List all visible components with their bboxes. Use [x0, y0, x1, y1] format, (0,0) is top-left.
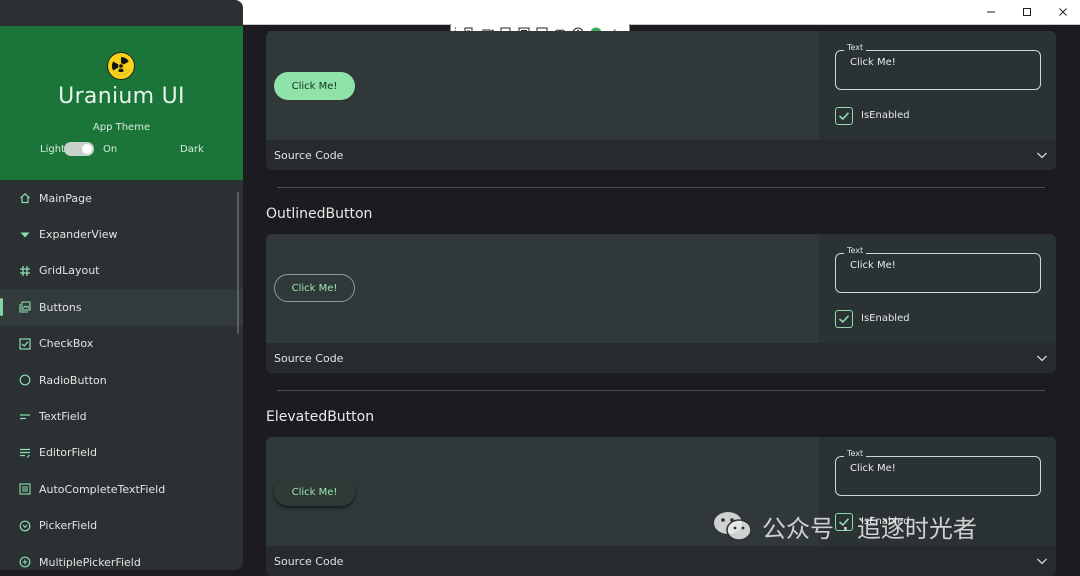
text-field-value: Click Me!	[850, 260, 896, 271]
gallery-icon	[18, 301, 31, 314]
elevated-button-title: ElevatedButton	[266, 409, 375, 425]
sidebar-item-label: PickerField	[39, 519, 98, 533]
sidebar-item-label: AutoCompleteTextField	[39, 482, 166, 496]
sidebar-item-label: GridLayout	[39, 264, 100, 278]
button-preview-area: Click Me!	[266, 234, 819, 343]
source-code-expander[interactable]: Source Code	[266, 546, 1056, 576]
section-divider	[277, 390, 1045, 391]
theme-light-label: Light	[40, 144, 65, 155]
wechat-watermark: 公众号 · 追逐时光者	[712, 508, 977, 544]
sidebar-item-radiobutton[interactable]: RadioButton	[0, 362, 243, 398]
app-brand-title: Uranium UI	[58, 84, 185, 109]
radiation-logo-icon	[107, 52, 135, 80]
list-icon	[18, 483, 31, 496]
multi-picker-icon	[18, 556, 31, 569]
elevated-button-card: Click Me! Text Click Me! IsEnabled Sourc…	[266, 437, 1056, 576]
sidebar-item-expanderview[interactable]: ExpanderView	[0, 216, 243, 252]
text-field-value: Click Me!	[850, 463, 896, 474]
outlined-click-me-button[interactable]: Click Me!	[274, 274, 355, 302]
home-icon	[18, 192, 31, 205]
sidebar-item-label: CheckBox	[39, 337, 94, 351]
sidebar-item-gridlayout[interactable]: GridLayout	[0, 253, 243, 289]
sidebar-item-label: TextField	[39, 410, 87, 424]
sidebar-item-checkbox[interactable]: CheckBox	[0, 326, 243, 362]
source-code-label: Source Code	[274, 351, 344, 365]
sidebar-scrollbar[interactable]	[237, 192, 239, 334]
caret-down-icon	[18, 228, 31, 241]
outlined-button-card: Click Me! Text Click Me! IsEnabled Sourc…	[266, 234, 1056, 373]
sidebar-item-label: MultiplePickerField	[39, 555, 141, 569]
text-field-label: Text	[844, 43, 867, 52]
sidebar-item-textfield[interactable]: TextField	[0, 398, 243, 434]
minimize-icon	[987, 11, 995, 13]
sidebar-nav: MainPage ExpanderView GridLayout Buttons…	[0, 180, 243, 570]
checkmark-icon	[838, 112, 850, 121]
isenabled-label: IsEnabled	[861, 110, 910, 121]
sidebar-item-label: Buttons	[39, 300, 82, 314]
chevron-down-icon	[1037, 152, 1047, 159]
source-code-label: Source Code	[274, 148, 344, 162]
properties-panel: Text Click Me! IsEnabled	[819, 31, 1056, 140]
maximize-button[interactable]	[1008, 0, 1046, 24]
toggle-knob	[82, 144, 92, 154]
filled-button-card: Click Me! Text Click Me! IsEnabled Sourc…	[266, 31, 1056, 170]
app-theme-label: App Theme	[92, 122, 151, 133]
picker-icon	[18, 519, 31, 532]
text-field-label: Text	[844, 246, 867, 255]
text-property-field[interactable]: Text Click Me!	[835, 449, 1041, 496]
source-code-expander[interactable]: Source Code	[266, 343, 1056, 373]
sidebar-item-label: MainPage	[39, 191, 92, 205]
sidebar: Uranium UI App Theme Light On Dark MainP…	[0, 0, 243, 570]
sidebar-item-mainpage[interactable]: MainPage	[0, 180, 243, 216]
filled-click-me-button[interactable]: Click Me!	[274, 72, 355, 100]
minimize-button[interactable]	[972, 0, 1010, 24]
sidebar-item-pickerfield[interactable]: PickerField	[0, 508, 243, 544]
checkbox-icon	[18, 337, 31, 350]
outlined-button-title: OutlinedButton	[266, 206, 373, 222]
theme-toggle[interactable]	[64, 142, 94, 156]
sidebar-item-multiplepickerfield[interactable]: MultiplePickerField	[0, 544, 243, 570]
theme-toggle-state: On	[103, 144, 118, 155]
isenabled-checkbox[interactable]	[835, 107, 853, 125]
sidebar-item-editorfield[interactable]: EditorField	[0, 435, 243, 471]
chevron-down-icon	[1037, 558, 1047, 565]
source-code-label: Source Code	[274, 554, 344, 568]
chevron-down-icon	[1037, 355, 1047, 362]
close-button[interactable]	[1044, 0, 1080, 24]
text-field-label: Text	[844, 449, 867, 458]
source-code-expander[interactable]: Source Code	[266, 140, 1056, 170]
sidebar-item-autocompletetextfield[interactable]: AutoCompleteTextField	[0, 471, 243, 507]
editor-icon	[18, 446, 31, 459]
text-property-field[interactable]: Text Click Me!	[835, 43, 1041, 90]
textfield-icon	[18, 410, 31, 423]
sidebar-item-label: RadioButton	[39, 373, 107, 387]
wechat-icon	[714, 512, 752, 541]
text-property-field[interactable]: Text Click Me!	[835, 246, 1041, 293]
sidebar-item-buttons[interactable]: Buttons	[0, 289, 243, 326]
properties-panel: Text Click Me! IsEnabled	[819, 234, 1056, 343]
section-divider	[277, 187, 1045, 188]
maximize-icon	[1023, 8, 1031, 16]
checkmark-icon	[838, 315, 850, 324]
elevated-click-me-button[interactable]: Click Me!	[274, 478, 355, 506]
theme-dark-label: Dark	[180, 144, 204, 155]
sidebar-item-label: EditorField	[39, 446, 97, 460]
button-preview-area: Click Me!	[266, 31, 819, 140]
radio-icon	[18, 374, 31, 387]
hash-icon	[18, 264, 31, 277]
sidebar-item-label: ExpanderView	[39, 228, 118, 242]
watermark-text: 公众号 · 追逐时光者	[762, 514, 977, 543]
text-field-value: Click Me!	[850, 57, 896, 68]
isenabled-label: IsEnabled	[861, 313, 910, 324]
isenabled-checkbox[interactable]	[835, 310, 853, 328]
close-icon	[1059, 8, 1067, 16]
